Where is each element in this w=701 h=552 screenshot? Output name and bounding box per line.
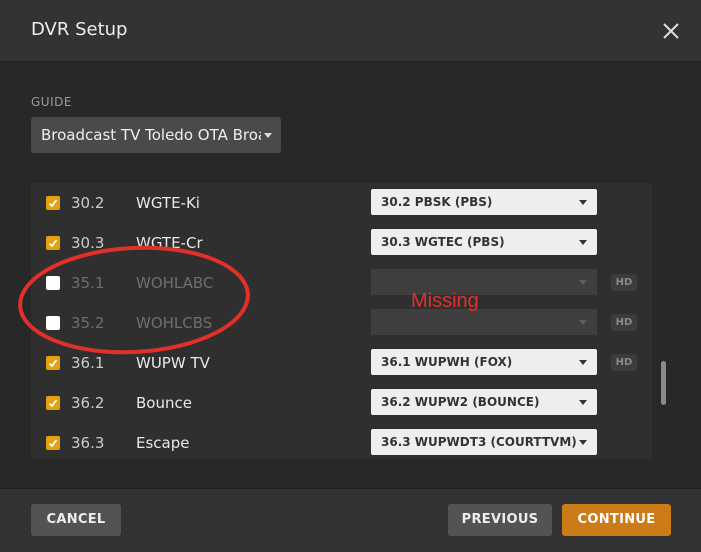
channel-number: 36.2: [71, 394, 105, 412]
channel-checkbox[interactable]: [46, 196, 60, 210]
dialog-title: DVR Setup: [31, 19, 128, 40]
cancel-button[interactable]: CANCEL: [31, 504, 121, 536]
channel-name: WOHLABC: [136, 274, 214, 292]
channel-mapping-value: 30.3 WGTEC (PBS): [381, 235, 505, 249]
chevron-down-icon: [579, 240, 587, 245]
channel-row: 30.3 WGTE-Cr 30.3 WGTEC (PBS): [31, 223, 652, 263]
close-icon: [663, 23, 679, 39]
channel-checkbox[interactable]: [46, 356, 60, 370]
continue-button[interactable]: CONTINUE: [562, 504, 671, 536]
channel-checkbox[interactable]: [46, 276, 60, 290]
channel-name: Escape: [136, 434, 190, 452]
channel-number: 35.2: [71, 314, 105, 332]
hd-badge: HD: [611, 314, 637, 331]
annotation-missing-label: Missing: [411, 290, 479, 312]
channel-mapping-select[interactable]: 36.1 WUPWH (FOX): [371, 349, 597, 375]
channel-checkbox[interactable]: [46, 396, 60, 410]
channel-number: 36.3: [71, 434, 105, 452]
check-icon: [48, 399, 58, 408]
channel-row: 36.3 Escape 36.3 WUPWDT3 (COURTTVM): [31, 423, 652, 459]
channel-mapping-select[interactable]: [371, 269, 597, 295]
channel-row: 36.1 WUPW TV 36.1 WUPWH (FOX) HD: [31, 343, 652, 383]
channel-mapping-value: 36.2 WUPW2 (BOUNCE): [381, 395, 540, 409]
check-icon: [48, 199, 58, 208]
channel-name: WGTE-Cr: [136, 234, 203, 252]
hd-badge: HD: [611, 274, 637, 291]
chevron-down-icon: [579, 320, 587, 325]
hd-badge: HD: [611, 354, 637, 371]
channel-number: 30.2: [71, 194, 105, 212]
channel-name: WUPW TV: [136, 354, 210, 372]
chevron-down-icon: [579, 280, 587, 285]
channel-mapping-select[interactable]: 36.3 WUPWDT3 (COURTTVM): [371, 429, 597, 455]
channel-mapping-select[interactable]: 30.3 WGTEC (PBS): [371, 229, 597, 255]
chevron-down-icon: [579, 200, 587, 205]
chevron-down-icon: [579, 440, 587, 445]
channel-name: WGTE-Ki: [136, 194, 200, 212]
channel-checkbox[interactable]: [46, 316, 60, 330]
chevron-down-icon: [579, 400, 587, 405]
channel-name: Bounce: [136, 394, 192, 412]
channel-list: 30.2 WGTE-Ki 30.2 PBSK (PBS) 30.3 WGTE-C…: [31, 183, 652, 459]
chevron-down-icon: [579, 360, 587, 365]
channel-checkbox[interactable]: [46, 436, 60, 450]
channel-row: 36.2 Bounce 36.2 WUPW2 (BOUNCE): [31, 383, 652, 423]
guide-select-value: Broadcast TV Toledo OTA Broa: [41, 126, 261, 144]
check-icon: [48, 239, 58, 248]
channel-checkbox[interactable]: [46, 236, 60, 250]
channel-mapping-select[interactable]: 36.2 WUPW2 (BOUNCE): [371, 389, 597, 415]
channel-number: 30.3: [71, 234, 105, 252]
channel-mapping-select[interactable]: 30.2 PBSK (PBS): [371, 189, 597, 215]
check-icon: [48, 439, 58, 448]
channel-row: 35.2 WOHLCBS HD: [31, 303, 652, 343]
channel-row: 35.1 WOHLABC HD: [31, 263, 652, 303]
list-scrollbar[interactable]: [661, 361, 666, 405]
dialog-footer: CANCEL PREVIOUS CONTINUE: [0, 488, 701, 552]
previous-button[interactable]: PREVIOUS: [448, 504, 552, 536]
close-button[interactable]: [660, 20, 682, 42]
channel-mapping-select[interactable]: [371, 309, 597, 335]
guide-select[interactable]: Broadcast TV Toledo OTA Broa: [31, 117, 281, 153]
channel-number: 36.1: [71, 354, 105, 372]
dialog-header: DVR Setup: [0, 0, 701, 62]
channel-mapping-value: 30.2 PBSK (PBS): [381, 195, 493, 209]
chevron-down-icon: [264, 133, 272, 138]
channel-number: 35.1: [71, 274, 105, 292]
guide-label: GUIDE: [31, 95, 72, 109]
channel-mapping-value: 36.1 WUPWH (FOX): [381, 355, 513, 369]
channel-row: 30.2 WGTE-Ki 30.2 PBSK (PBS): [31, 183, 652, 223]
channel-mapping-value: 36.3 WUPWDT3 (COURTTVM): [381, 435, 577, 449]
check-icon: [48, 359, 58, 368]
channel-name: WOHLCBS: [136, 314, 213, 332]
